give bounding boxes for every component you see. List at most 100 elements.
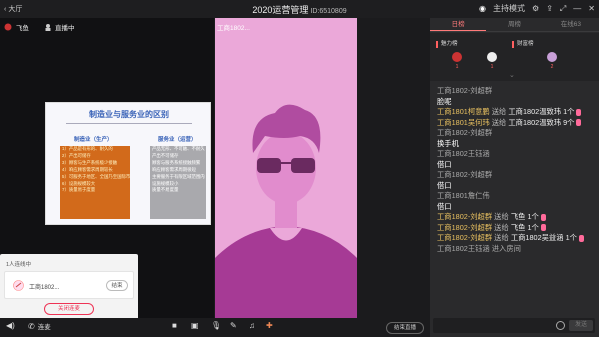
chat-sender-name: 工商1802-刘超群 — [437, 86, 493, 95]
tab-online[interactable]: 在线63 — [543, 18, 599, 31]
gift-icon — [576, 108, 582, 116]
ranking-tabs: 日榜 周榜 在线63 — [430, 18, 599, 32]
chat-list: 工商1802-刘超群 脸呢 工商1801柯意鹏 送给 工商1802温致玮 1个 工商1… — [430, 86, 599, 310]
live-status: 直播中 — [55, 25, 75, 32]
chat-gift-target: 工商1802吴益涵 — [510, 233, 566, 242]
gift-icon — [540, 224, 546, 232]
end-live-button[interactable]: 结束直播 — [386, 322, 424, 334]
chat-action: 送给 — [489, 117, 509, 127]
gift-icon[interactable]: ✚ — [266, 321, 273, 330]
chat-system-message: 工商1802王钰涵 进入房间 — [437, 243, 521, 253]
speaker-icon[interactable]: ◀) — [6, 321, 15, 330]
charm-rank-avatar[interactable] — [452, 52, 462, 62]
chat-sender-name: 工商1802王钰涵 — [437, 149, 490, 158]
teacher-avatar-icon — [4, 23, 12, 31]
chat-gift-target: 飞鱼 — [510, 212, 528, 221]
teacher-name: 飞鱼 — [16, 25, 29, 32]
slide-right-header: 服务业（运营） — [158, 137, 197, 143]
chat-action: 送给 — [492, 233, 511, 242]
minimize-icon[interactable]: — — [573, 4, 581, 13]
chat-gift-count: 1个 — [527, 212, 539, 221]
close-icon[interactable]: ✕ — [588, 4, 595, 13]
slide-left-line: 2）产出可储存 — [62, 152, 91, 158]
chat-gift-target: 工商1802温致玮 — [508, 107, 564, 116]
room-id: ID:6510809 — [310, 8, 347, 15]
chat-gift-count: 1个 — [563, 107, 575, 116]
slide-right-line: 响应顾客需求周期很短 — [152, 166, 196, 172]
end-connect-button[interactable]: 结束 — [106, 280, 128, 291]
chat-gift-target: 飞鱼 — [510, 222, 528, 232]
chat-sender-name: 工商1801詹仁伟 — [437, 191, 490, 200]
phone-icon: ✆ — [28, 321, 35, 331]
chat-action: 送给 — [492, 222, 511, 232]
camera-icon[interactable]: ■ — [172, 321, 177, 330]
chat-gift-message: 工商1802-刘超群 送给 飞鱼 1个 — [430, 212, 599, 223]
wealth-rank-number: 1 — [490, 64, 494, 70]
chat-message: 借口 — [437, 201, 452, 211]
slide-left-header: 制造业（生产） — [74, 137, 113, 143]
video-user-label: 工商1802... — [217, 25, 250, 32]
slide-left-line: 5）可服务于地区、全国乃至国际市场 — [62, 173, 130, 179]
chat-sender[interactable]: 工商1802-刘超群 — [437, 223, 492, 232]
chevron-down-icon[interactable]: ⌄ — [509, 71, 515, 79]
chat-action: 送给 — [492, 212, 511, 221]
chat-sender[interactable]: 工商1802-刘超群 — [437, 233, 492, 242]
tab-weekly[interactable]: 周榜 — [486, 18, 542, 31]
slide-right-line: 设施规模较小 — [152, 180, 179, 186]
gift-icon — [578, 234, 584, 242]
chat-gift-message: 工商1801柯意鹏 送给 工商1802温致玮 1个 — [430, 107, 599, 118]
connect-count: 1人连线中 — [6, 262, 32, 268]
wealth-rank-avatar-2[interactable] — [547, 52, 557, 62]
slide-left-line: 6）设施规模较大 — [62, 180, 96, 186]
tab-daily[interactable]: 日榜 — [430, 18, 487, 31]
default-avatar-illustration — [215, 104, 357, 318]
chat-input[interactable] — [433, 318, 553, 333]
wealth-rank-avatar-1[interactable] — [487, 52, 497, 62]
mic-connect-button[interactable]: ✆ 连麦 — [28, 321, 51, 332]
slide-right-line: 产出不可储存 — [152, 152, 179, 158]
wealth-rank-label[interactable]: 财富榜 — [512, 41, 534, 48]
microphone-icon[interactable]: 🎙 — [211, 321, 221, 330]
send-button[interactable]: 发送 — [569, 320, 593, 331]
host-mode-toggle[interactable]: 主持模式 — [493, 3, 525, 14]
connected-user-card: 工商1802... 结束 — [4, 271, 134, 299]
chat-sender[interactable]: 工商1801柯意鹏 — [437, 107, 490, 116]
slide-right-box: 产品无形、不可触、不耐久 产出不可储存 顾客与服务系统接触频繁 响应顾客需求周期… — [150, 146, 206, 219]
chat-action: 送给 — [489, 107, 509, 116]
mic-connect-panel: 1人连线中 工商1802... 结束 关闭连麦 — [0, 254, 138, 322]
close-mic-connect-button[interactable]: 关闭连麦 — [44, 303, 94, 315]
chat-message: 换手机 — [437, 138, 459, 148]
edit-icon[interactable]: ✎ — [230, 321, 237, 330]
slide-divider — [66, 123, 192, 124]
fullscreen-icon[interactable]: ⤢ — [560, 4, 566, 14]
share-icon[interactable]: ⇪ — [546, 4, 553, 13]
settings-icon[interactable]: ⚙ — [532, 4, 539, 13]
slide-left-box: 1）产品是有形的、耐久的 2）产出可储存 3）顾客与生产系统极少接触 4）响应顾… — [60, 146, 130, 219]
connected-user-name: 工商1802... — [29, 285, 60, 291]
screen-share-icon[interactable]: ▣ — [191, 321, 199, 330]
charm-rank-label[interactable]: 魅力榜 — [436, 41, 458, 48]
chat-input-area: 发送 — [433, 318, 595, 333]
chat-message: 借口 — [437, 180, 452, 190]
mic-connect-label: 连麦 — [37, 324, 51, 331]
wealth-rank-number: 2 — [550, 64, 554, 70]
charm-rank-number: 1 — [455, 64, 459, 70]
mic-user-icon — [13, 280, 24, 291]
slide-right-line: 质量不易度量 — [152, 187, 179, 193]
slide-left-line: 7）质量易于度量 — [62, 187, 96, 193]
chat-gift-message: 工商1802-刘超群 送给 工商1802吴益涵 1个 — [430, 233, 599, 244]
music-icon[interactable]: ♫ — [249, 321, 255, 330]
slide-left-line: 4）响应顾客需求周期较长 — [62, 166, 113, 172]
student-video-feed — [215, 18, 357, 318]
chat-gift-message: 工商1801吴何玮 送给 工商1802温致玮 9个 — [430, 118, 599, 129]
host-mode-icon: ◉ — [479, 4, 487, 13]
chat-message: 借口 — [437, 159, 452, 169]
chat-gift-count: 9个 — [563, 117, 575, 127]
chat-sender-name: 工商1802-刘超群 — [437, 170, 493, 179]
emoji-icon[interactable] — [556, 321, 565, 330]
chat-gift-count: 1个 — [565, 233, 577, 242]
chat-sender[interactable]: 工商1801吴何玮 — [437, 118, 490, 127]
chat-sender[interactable]: 工商1802-刘超群 — [437, 212, 492, 221]
slide-left-line: 1）产品是有形的、耐久的 — [62, 146, 113, 151]
slide-left-line: 3）顾客与生产系统极少接触 — [62, 159, 118, 165]
